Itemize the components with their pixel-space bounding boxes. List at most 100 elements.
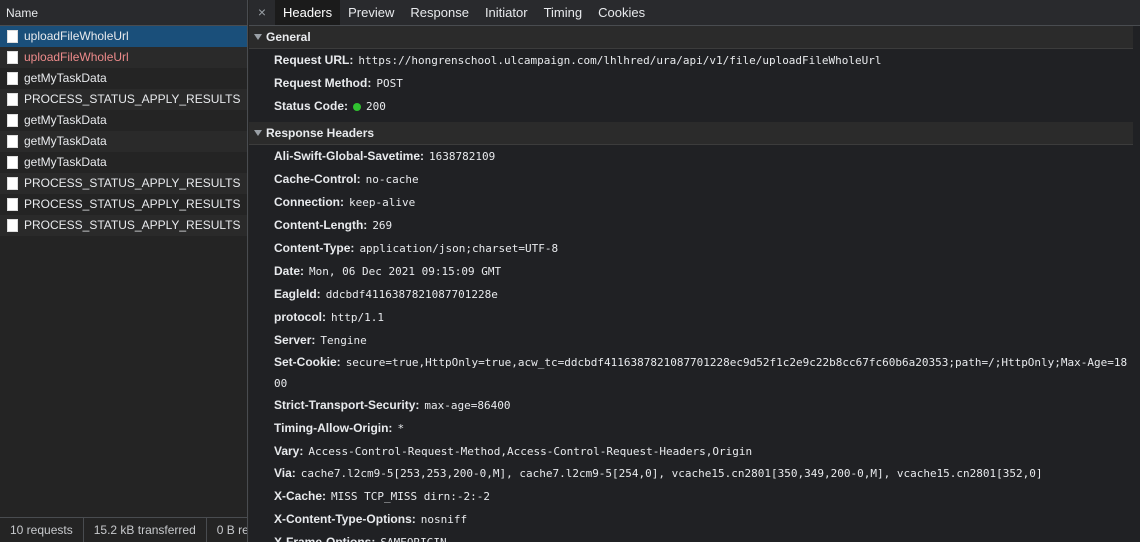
tab-cookies[interactable]: Cookies bbox=[590, 0, 653, 25]
header-value: cache7.l2cm9-5[253,253,200-0,M], cache7.… bbox=[300, 467, 1043, 480]
scrollbar[interactable] bbox=[1133, 26, 1140, 542]
header-value: MISS TCP_MISS dirn:-2:-2 bbox=[331, 490, 490, 503]
header-key: EagleId: bbox=[274, 287, 321, 301]
response-header-row: Content-Type: application/json;charset=UT… bbox=[249, 237, 1140, 260]
summary-bar: 10 requests 15.2 kB transferred 0 B reso… bbox=[0, 517, 247, 542]
file-icon bbox=[7, 219, 18, 232]
resources-size: 0 B resources bbox=[216, 523, 247, 537]
expand-triangle-icon bbox=[254, 130, 262, 136]
header-key: Request URL: bbox=[274, 53, 354, 67]
general-row: Status Code: 200 bbox=[249, 95, 1140, 118]
request-list-panel: Name uploadFileWholeUrl uploadFileWholeU… bbox=[0, 0, 248, 542]
response-header-row: X-Cache: MISS TCP_MISS dirn:-2:-2 bbox=[249, 485, 1140, 508]
header-value: POST bbox=[376, 77, 403, 90]
header-key: Server: bbox=[274, 333, 316, 347]
request-row[interactable]: PROCESS_STATUS_APPLY_RESULTS bbox=[0, 194, 247, 215]
response-header-row: Via: cache7.l2cm9-5[253,253,200-0,M], cac… bbox=[249, 463, 1140, 485]
expand-triangle-icon bbox=[254, 34, 262, 40]
header-value: application/json;charset=UTF-8 bbox=[359, 242, 559, 255]
file-icon bbox=[7, 30, 18, 43]
header-key: X-Content-Type-Options: bbox=[274, 512, 416, 526]
header-value: 200 bbox=[366, 100, 386, 113]
header-value: * bbox=[397, 422, 405, 435]
file-icon bbox=[7, 135, 18, 148]
request-count: 10 requests bbox=[0, 518, 84, 542]
header-key: Content-Length: bbox=[274, 218, 368, 232]
header-value: keep-alive bbox=[349, 196, 416, 209]
file-icon bbox=[7, 114, 18, 127]
tab-headers[interactable]: Headers bbox=[275, 0, 341, 25]
request-row[interactable]: PROCESS_STATUS_APPLY_RESULTS bbox=[0, 173, 247, 194]
response-headers-list: Ali-Swift-Global-Savetime: 1638782109 Cach… bbox=[249, 145, 1140, 542]
header-key: Request Method: bbox=[274, 76, 372, 90]
request-name: getMyTaskData bbox=[24, 134, 107, 148]
general-row: Request URL: https://hongrenschool.ulcamp… bbox=[249, 49, 1140, 72]
transferred-size: 15.2 kB transferred bbox=[84, 518, 207, 542]
request-row[interactable]: PROCESS_STATUS_APPLY_RESULTS bbox=[0, 89, 247, 110]
header-value: https://hongrenschool.ulcampaign.com/lhl… bbox=[358, 54, 882, 67]
header-value: Mon, 06 Dec 2021 09:15:09 GMT bbox=[309, 265, 502, 278]
header-value: 269 bbox=[372, 219, 393, 232]
file-icon bbox=[7, 177, 18, 190]
request-row[interactable]: getMyTaskData bbox=[0, 131, 247, 152]
response-header-row: Strict-Transport-Security: max-age=86400 bbox=[249, 394, 1140, 417]
file-icon bbox=[7, 51, 18, 64]
request-name: PROCESS_STATUS_APPLY_RESULTS bbox=[24, 197, 241, 211]
header-key: Strict-Transport-Security: bbox=[274, 398, 420, 412]
response-header-row: X-Frame-Options: SAMEORIGIN bbox=[249, 531, 1140, 542]
details-tab-bar: × Headers Preview Response Initiator Tim… bbox=[249, 0, 1140, 26]
close-icon[interactable]: × bbox=[249, 0, 275, 25]
request-row[interactable]: uploadFileWholeUrl bbox=[0, 26, 247, 47]
status-ok-icon bbox=[353, 103, 362, 111]
response-header-row: Cache-Control: no-cache bbox=[249, 168, 1140, 191]
header-value: nosniff bbox=[420, 513, 468, 526]
request-name: PROCESS_STATUS_APPLY_RESULTS bbox=[24, 176, 241, 190]
response-header-row: Server: Tengine bbox=[249, 329, 1140, 352]
response-headers-title: Response Headers bbox=[266, 126, 375, 140]
header-key: Content-Type: bbox=[274, 241, 355, 255]
header-value: secure=true,HttpOnly=true,acw_tc=ddcbdf4… bbox=[274, 356, 1128, 390]
request-name: getMyTaskData bbox=[24, 113, 107, 127]
file-icon bbox=[7, 93, 18, 106]
header-key: Connection: bbox=[274, 195, 344, 209]
general-section-header[interactable]: General bbox=[249, 26, 1140, 49]
header-key: Ali-Swift-Global-Savetime: bbox=[274, 149, 425, 163]
response-header-row: Vary: Access-Control-Request-Method,Acces… bbox=[249, 440, 1140, 463]
request-details-panel: × Headers Preview Response Initiator Tim… bbox=[249, 0, 1140, 542]
response-header-row: Content-Length: 269 bbox=[249, 214, 1140, 237]
header-key: Vary: bbox=[274, 444, 304, 458]
header-value: http/1.1 bbox=[331, 311, 384, 324]
tab-initiator[interactable]: Initiator bbox=[477, 0, 536, 25]
tab-response[interactable]: Response bbox=[402, 0, 477, 25]
header-key: Status Code: bbox=[274, 99, 349, 113]
response-headers-section-header[interactable]: Response Headers bbox=[249, 122, 1140, 145]
header-key: Timing-Allow-Origin: bbox=[274, 421, 393, 435]
header-value: ddcbdf4116387821087701228e bbox=[325, 288, 498, 301]
request-row[interactable]: getMyTaskData bbox=[0, 152, 247, 173]
response-header-row: protocol: http/1.1 bbox=[249, 306, 1140, 329]
response-header-row: Timing-Allow-Origin: * bbox=[249, 417, 1140, 440]
response-header-row: Connection: keep-alive bbox=[249, 191, 1140, 214]
response-header-row: EagleId: ddcbdf4116387821087701228e bbox=[249, 283, 1140, 306]
request-name: uploadFileWholeUrl bbox=[24, 29, 129, 43]
request-row[interactable]: PROCESS_STATUS_APPLY_RESULTS bbox=[0, 215, 247, 236]
file-icon bbox=[7, 198, 18, 211]
header-value: SAMEORIGIN bbox=[380, 536, 446, 542]
request-row[interactable]: getMyTaskData bbox=[0, 68, 247, 89]
header-key: Cache-Control: bbox=[274, 172, 361, 186]
request-name: getMyTaskData bbox=[24, 71, 107, 85]
header-key: Date: bbox=[274, 264, 305, 278]
tab-timing[interactable]: Timing bbox=[536, 0, 591, 25]
request-row[interactable]: uploadFileWholeUrl bbox=[0, 47, 247, 68]
name-column-header[interactable]: Name bbox=[0, 0, 247, 26]
request-row[interactable]: getMyTaskData bbox=[0, 110, 247, 131]
file-icon bbox=[7, 72, 18, 85]
header-key: protocol: bbox=[274, 310, 326, 324]
request-name: PROCESS_STATUS_APPLY_RESULTS bbox=[24, 218, 241, 232]
file-icon bbox=[7, 156, 18, 169]
request-list: uploadFileWholeUrl uploadFileWholeUrl ge… bbox=[0, 26, 247, 236]
tab-preview[interactable]: Preview bbox=[340, 0, 402, 25]
response-header-row: Ali-Swift-Global-Savetime: 1638782109 bbox=[249, 145, 1140, 168]
general-section-title: General bbox=[266, 30, 311, 44]
header-key: X-Frame-Options: bbox=[274, 535, 376, 542]
